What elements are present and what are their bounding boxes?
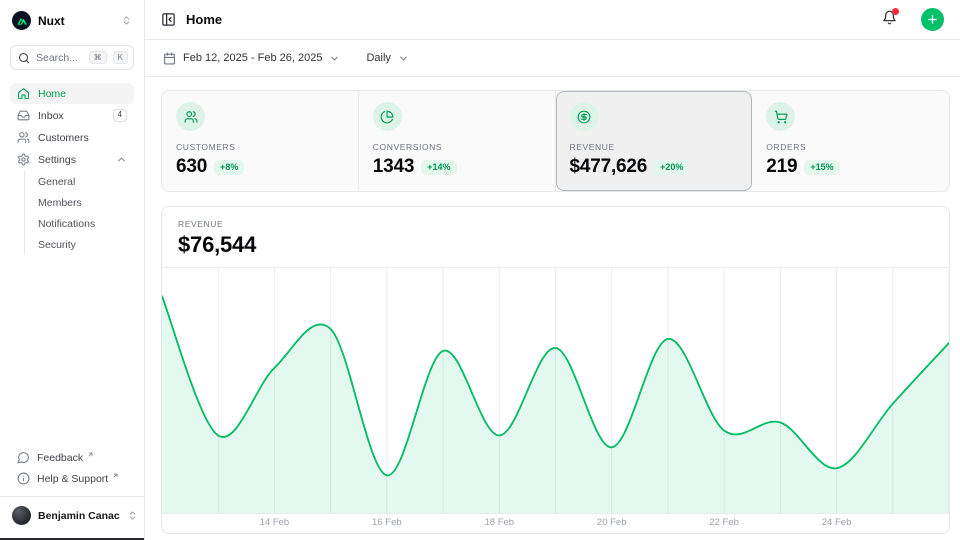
stat-label: REVENUE [570, 142, 738, 152]
stat-card-revenue[interactable]: REVENUE $477,626 +20% [556, 91, 753, 191]
dashboard-content: CUSTOMERS 630 +8% CONVERSIONS 1343 +14% [145, 77, 960, 540]
users-icon [176, 102, 205, 131]
stats-row: CUSTOMERS 630 +8% CONVERSIONS 1343 +14% [161, 90, 950, 192]
inbox-icon [17, 109, 30, 122]
plus-icon [926, 13, 939, 26]
search-input[interactable]: Search... ⌘ K [10, 45, 134, 70]
date-range-picker[interactable]: Feb 12, 2025 - Feb 26, 2025 [161, 48, 342, 69]
x-tick: 14 Feb [260, 517, 290, 528]
app-window: Nuxt Search... ⌘ K Home [0, 0, 960, 540]
chart-total-value: $76,544 [178, 232, 933, 258]
gear-icon [17, 153, 30, 166]
date-range-value: Feb 12, 2025 - Feb 26, 2025 [183, 52, 322, 64]
sidebar-item-customers[interactable]: Customers [10, 127, 134, 148]
inbox-count-badge: 4 [113, 109, 127, 122]
sidebar-item-label: Settings [38, 154, 108, 166]
x-tick: 22 Feb [709, 517, 739, 528]
info-circle-icon [17, 472, 30, 485]
stat-card-customers[interactable]: CUSTOMERS 630 +8% [162, 91, 359, 191]
collapse-sidebar-icon[interactable] [161, 12, 176, 27]
sidebar-item-label: Home [38, 88, 127, 100]
sidebar-item-home[interactable]: Home [10, 83, 134, 104]
stat-value: 219 [766, 156, 797, 178]
chevron-up-icon [116, 154, 127, 165]
pie-chart-icon [373, 102, 402, 131]
nuxt-logo-icon [12, 11, 31, 30]
x-tick: 18 Feb [484, 517, 514, 528]
kbd-meta: ⌘ [89, 51, 107, 64]
cart-icon [766, 102, 795, 131]
message-circle-icon [17, 451, 30, 464]
external-link-icon [87, 451, 94, 458]
help-support-label: Help & Support [37, 473, 108, 485]
search-icon [18, 52, 30, 64]
home-icon [17, 87, 30, 100]
filters-toolbar: Feb 12, 2025 - Feb 26, 2025 Daily [145, 40, 960, 77]
stat-delta-badge: +14% [421, 160, 456, 175]
workspace-name: Nuxt [38, 14, 114, 28]
x-tick: 24 Feb [822, 517, 852, 528]
sidebar-item-notifications[interactable]: Notifications [30, 213, 134, 234]
sidebar-item-general[interactable]: General [30, 171, 134, 192]
chevron-down-icon [329, 53, 340, 64]
sidebar-item-label: Inbox [38, 110, 105, 122]
feedback-link[interactable]: Feedback [10, 447, 134, 468]
sidebar-nav: Home Inbox 4 Customers Settings [10, 83, 134, 255]
workspace-selector[interactable]: Nuxt [10, 9, 134, 32]
stat-delta-badge: +8% [214, 160, 244, 175]
stat-delta-badge: +15% [804, 160, 839, 175]
user-menu[interactable]: Benjamin Canac [10, 497, 134, 531]
chevrons-up-down-icon [127, 510, 138, 521]
sidebar: Nuxt Search... ⌘ K Home [0, 0, 145, 540]
stat-value: $477,626 [570, 156, 648, 178]
revenue-chart-card: REVENUE $76,544 14 Feb 16 Feb 18 Feb 20 … [161, 206, 950, 534]
notifications-button[interactable] [882, 10, 897, 30]
chevrons-up-down-icon [121, 15, 132, 26]
stat-card-orders[interactable]: ORDERS 219 +15% [752, 91, 949, 191]
chevron-down-icon [398, 53, 409, 64]
revenue-area-chart[interactable] [162, 268, 949, 514]
users-icon [17, 131, 30, 144]
stat-value: 1343 [373, 156, 414, 178]
stat-card-conversions[interactable]: CONVERSIONS 1343 +14% [359, 91, 556, 191]
sidebar-item-inbox[interactable]: Inbox 4 [10, 105, 134, 126]
settings-children: General Members Notifications Security [24, 171, 134, 255]
stat-label: ORDERS [766, 142, 935, 152]
x-tick: 20 Feb [597, 517, 627, 528]
stat-value: 630 [176, 156, 207, 178]
x-tick: 16 Feb [372, 517, 402, 528]
sidebar-item-settings[interactable]: Settings [10, 149, 134, 170]
period-value: Daily [366, 52, 390, 64]
sidebar-item-security[interactable]: Security [30, 234, 134, 255]
chart-header: REVENUE $76,544 [162, 207, 949, 268]
page-header: Home [145, 0, 960, 40]
search-placeholder: Search... [36, 52, 83, 64]
external-link-icon [112, 472, 119, 479]
avatar [12, 506, 31, 525]
sidebar-item-members[interactable]: Members [30, 192, 134, 213]
page-title: Home [186, 12, 872, 27]
chart-x-axis: 14 Feb 16 Feb 18 Feb 20 Feb 22 Feb 24 Fe… [162, 514, 949, 533]
stat-label: CONVERSIONS [373, 142, 541, 152]
stat-label: CUSTOMERS [176, 142, 344, 152]
chart-label: REVENUE [178, 219, 933, 229]
main-area: Home Feb 12, 2025 - Feb 26, 2025 [145, 0, 960, 540]
add-button[interactable] [921, 8, 944, 31]
stat-delta-badge: +20% [654, 160, 689, 175]
period-select[interactable]: Daily [364, 48, 410, 68]
kbd-k: K [113, 51, 128, 64]
sidebar-item-label: Customers [38, 132, 127, 144]
calendar-icon [163, 52, 176, 65]
help-support-link[interactable]: Help & Support [10, 468, 134, 489]
notification-dot [892, 8, 899, 15]
dollar-circle-icon [570, 102, 599, 131]
sidebar-spacer [10, 255, 134, 447]
feedback-label: Feedback [37, 452, 83, 464]
chart-canvas [162, 268, 949, 513]
user-name: Benjamin Canac [38, 510, 120, 522]
